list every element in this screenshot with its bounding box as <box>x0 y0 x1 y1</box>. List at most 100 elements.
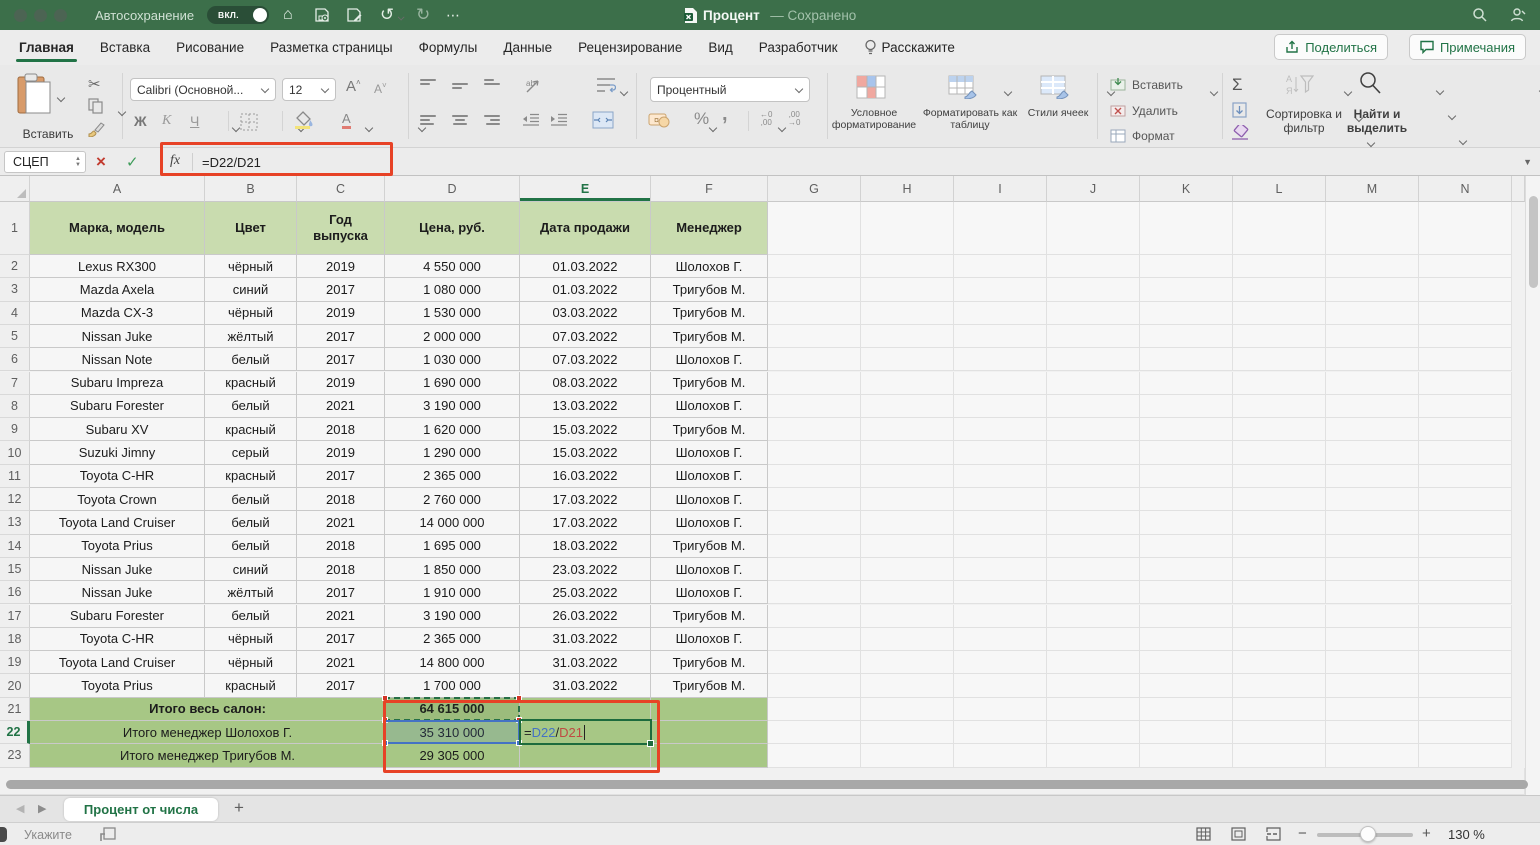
cell-G17[interactable] <box>768 605 861 628</box>
cell-H7[interactable] <box>861 372 954 395</box>
cell-A13[interactable]: Toyota Land Cruiser <box>30 511 205 534</box>
cell-C10[interactable]: 2019 <box>297 441 385 464</box>
fill-down-icon[interactable] <box>1232 102 1247 118</box>
cell-F10[interactable]: Шолохов Г. <box>651 441 768 464</box>
sort-filter-icon[interactable]: АЯ <box>1286 73 1314 97</box>
sort-filter-label[interactable]: Сортировка и фильтр <box>1266 107 1342 135</box>
align-middle-icon[interactable] <box>452 79 468 89</box>
cell-C17[interactable]: 2021 <box>297 605 385 628</box>
cell-D3[interactable]: 1 080 000 <box>385 278 520 301</box>
cell-D11[interactable]: 2 365 000 <box>385 465 520 488</box>
cell-C7[interactable]: 2019 <box>297 372 385 395</box>
cell-E8[interactable]: 13.03.2022 <box>520 395 651 418</box>
cell-L4[interactable] <box>1233 302 1326 325</box>
tab-6[interactable]: Рецензирование <box>565 30 695 65</box>
row-header-21[interactable]: 21 <box>0 698 30 721</box>
cell-J20[interactable] <box>1047 674 1140 697</box>
format-as-table-label[interactable]: Форматировать как таблицу <box>920 107 1020 131</box>
cell-M7[interactable] <box>1326 372 1419 395</box>
cell-M17[interactable] <box>1326 605 1419 628</box>
cell-G15[interactable] <box>768 558 861 581</box>
conditional-formatting-icon[interactable] <box>856 75 886 99</box>
cell-M9[interactable] <box>1326 418 1419 441</box>
save-icon[interactable] <box>314 0 330 30</box>
cell-M14[interactable] <box>1326 535 1419 558</box>
cell-L5[interactable] <box>1233 325 1326 348</box>
cell-D19[interactable]: 14 800 000 <box>385 651 520 674</box>
comma-style-icon[interactable]: , <box>722 103 728 126</box>
cell-J7[interactable] <box>1047 372 1140 395</box>
horizontal-scrollbar-thumb[interactable] <box>6 780 1528 789</box>
column-header-N[interactable]: N <box>1419 176 1512 202</box>
window-close-icon[interactable] <box>14 9 27 22</box>
row-header-11[interactable]: 11 <box>0 465 30 488</box>
copy-icon[interactable] <box>88 98 103 114</box>
cell-L8[interactable] <box>1233 395 1326 418</box>
cell-F22[interactable] <box>651 721 768 744</box>
cell-G4[interactable] <box>768 302 861 325</box>
tab-0[interactable]: Главная <box>6 30 87 65</box>
cell-A15[interactable]: Nissan Juke <box>30 558 205 581</box>
cell-L14[interactable] <box>1233 535 1326 558</box>
cell-N20[interactable] <box>1419 674 1512 697</box>
cell-I10[interactable] <box>954 441 1047 464</box>
find-select-icon[interactable] <box>1358 71 1382 95</box>
cell-K6[interactable] <box>1140 348 1233 371</box>
tab-4[interactable]: Формулы <box>406 30 491 65</box>
cell-A22[interactable]: Итого менеджер Шолохов Г. <box>30 721 385 744</box>
column-header-H[interactable]: H <box>861 176 954 202</box>
cell-L9[interactable] <box>1233 418 1326 441</box>
cell-K16[interactable] <box>1140 581 1233 604</box>
cell-I15[interactable] <box>954 558 1047 581</box>
row-header-8[interactable]: 8 <box>0 395 30 418</box>
fx-icon[interactable]: fx <box>170 153 180 169</box>
find-select-label[interactable]: Найти и выделить <box>1344 107 1410 135</box>
cell-D17[interactable]: 3 190 000 <box>385 605 520 628</box>
cell-F7[interactable]: Тригубов М. <box>651 372 768 395</box>
cell-K19[interactable] <box>1140 651 1233 674</box>
cell-F13[interactable]: Шолохов Г. <box>651 511 768 534</box>
cell-I5[interactable] <box>954 325 1047 348</box>
column-header-J[interactable]: J <box>1047 176 1140 202</box>
cell-H11[interactable] <box>861 465 954 488</box>
tab-8[interactable]: Разработчик <box>746 30 851 65</box>
cell-E9[interactable]: 15.03.2022 <box>520 418 651 441</box>
cell-B10[interactable]: серый <box>205 441 297 464</box>
cell-J13[interactable] <box>1047 511 1140 534</box>
cell-B9[interactable]: красный <box>205 418 297 441</box>
cell-A6[interactable]: Nissan Note <box>30 348 205 371</box>
cell-F6[interactable]: Шолохов Г. <box>651 348 768 371</box>
cell-D1[interactable]: Цена, руб. <box>385 202 520 255</box>
zoom-slider-thumb[interactable] <box>1360 826 1376 842</box>
cell-H9[interactable] <box>861 418 954 441</box>
delete-cells-icon[interactable] <box>1110 103 1126 119</box>
cell-L12[interactable] <box>1233 488 1326 511</box>
cell-N11[interactable] <box>1419 465 1512 488</box>
fill-color-chevron-icon[interactable] <box>366 125 373 132</box>
cell-F14[interactable]: Тригубов М. <box>651 535 768 558</box>
cell-A7[interactable]: Subaru Impreza <box>30 372 205 395</box>
bold-button[interactable]: Ж <box>134 113 147 129</box>
name-box[interactable]: СЦЕП ▲▼ <box>4 151 86 173</box>
cell-F12[interactable]: Шолохов Г. <box>651 488 768 511</box>
cell-E2[interactable]: 01.03.2022 <box>520 255 651 278</box>
cell-D6[interactable]: 1 030 000 <box>385 348 520 371</box>
cell-D9[interactable]: 1 620 000 <box>385 418 520 441</box>
cell-G19[interactable] <box>768 651 861 674</box>
cell-K8[interactable] <box>1140 395 1233 418</box>
font-name-select[interactable]: Calibri (Основной... <box>130 78 276 101</box>
cell-C2[interactable]: 2019 <box>297 255 385 278</box>
cell-styles-label[interactable]: Стили ячеек <box>1022 107 1094 119</box>
cell-K18[interactable] <box>1140 628 1233 651</box>
cell-L13[interactable] <box>1233 511 1326 534</box>
enter-icon[interactable]: ✓ <box>126 153 139 171</box>
percent-style-icon[interactable]: % <box>694 109 709 129</box>
cell-J17[interactable] <box>1047 605 1140 628</box>
cell-I11[interactable] <box>954 465 1047 488</box>
row-header-12[interactable]: 12 <box>0 488 30 511</box>
cell-K22[interactable] <box>1140 721 1233 744</box>
column-header-M[interactable]: M <box>1326 176 1419 202</box>
row-header-6[interactable]: 6 <box>0 348 30 371</box>
zoom-value[interactable]: 130 % <box>1448 827 1485 842</box>
cell-J5[interactable] <box>1047 325 1140 348</box>
